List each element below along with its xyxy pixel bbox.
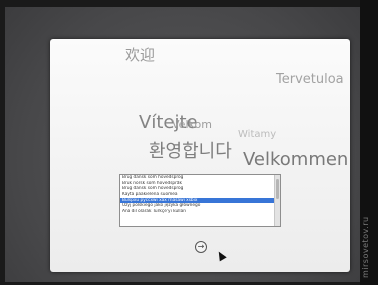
screen-background: 欢迎 Tervetuloa Vítejte Velkom Witamy 환영합니… [5,7,360,282]
welcome-word: Velkom [172,118,212,131]
watermark-text: mirsovetov.ru [361,216,370,278]
welcome-word: Witamy [238,129,277,140]
welcome-word: Tervetuloa [276,72,344,87]
language-list[interactable]: Brug dansk som hovedsprog Bruk norsk som… [119,174,281,227]
continue-button[interactable]: → [195,241,207,253]
list-scrollbar[interactable] [274,175,280,226]
welcome-panel: 欢迎 Tervetuloa Vítejte Velkom Witamy 환영합니… [50,39,350,272]
welcome-word: Velkommen [243,149,349,170]
welcome-word: 환영합니다 [149,141,232,162]
language-option[interactable]: Ana dil olarak Türkçe'yi kullan [120,209,280,215]
right-arrow-circle-icon: → [197,242,205,251]
scrollbar-thumb[interactable] [276,179,279,199]
welcome-word: 欢迎 [125,46,156,64]
